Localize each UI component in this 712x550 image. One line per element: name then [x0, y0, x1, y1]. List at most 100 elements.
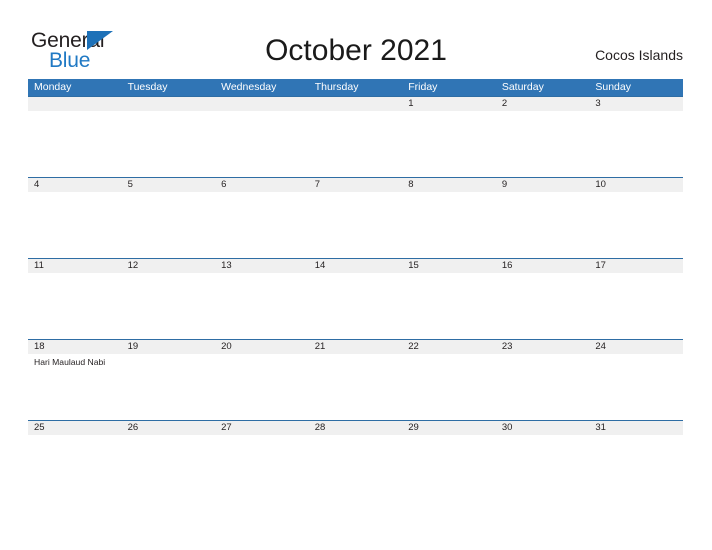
- day-number[interactable]: 19: [122, 340, 216, 354]
- week-event-band: [28, 435, 683, 501]
- day-event[interactable]: [589, 435, 683, 501]
- day-number[interactable]: 27: [215, 421, 309, 435]
- day-event[interactable]: [28, 111, 122, 177]
- weekday-tuesday: Tuesday: [127, 81, 168, 93]
- day-event[interactable]: [215, 435, 309, 501]
- week-date-band: 25 26 27 28 29 30 31: [28, 420, 683, 435]
- day-event[interactable]: [309, 192, 403, 258]
- generalblue-logo[interactable]: General Blue: [31, 29, 141, 73]
- day-number[interactable]: 18: [28, 340, 122, 354]
- day-event[interactable]: [496, 273, 590, 339]
- day-number[interactable]: 2: [496, 97, 590, 111]
- day-event[interactable]: [402, 192, 496, 258]
- day-event[interactable]: [496, 435, 590, 501]
- calendar-grid: Monday Tuesday Wednesday Thursday Friday…: [28, 79, 683, 501]
- day-number[interactable]: 30: [496, 421, 590, 435]
- day-event[interactable]: [496, 354, 590, 420]
- day-number[interactable]: [122, 97, 216, 111]
- week-date-band: 1 2 3: [28, 96, 683, 111]
- day-number[interactable]: 9: [496, 178, 590, 192]
- day-event[interactable]: [28, 435, 122, 501]
- weekday-wednesday: Wednesday: [221, 81, 277, 93]
- day-event[interactable]: [589, 111, 683, 177]
- week-row: 25 26 27 28 29 30 31: [28, 420, 683, 501]
- day-event[interactable]: [496, 111, 590, 177]
- day-event[interactable]: [215, 192, 309, 258]
- day-event[interactable]: [122, 273, 216, 339]
- page-title: October 2021: [265, 34, 447, 67]
- week-event-band: Hari Maulaud Nabi: [28, 354, 683, 420]
- day-number[interactable]: 24: [589, 340, 683, 354]
- day-number[interactable]: 5: [122, 178, 216, 192]
- day-number[interactable]: 29: [402, 421, 496, 435]
- weekday-monday: Monday: [34, 81, 72, 93]
- week-event-band: [28, 273, 683, 339]
- day-number[interactable]: [309, 97, 403, 111]
- day-number[interactable]: 16: [496, 259, 590, 273]
- weekday-thursday: Thursday: [314, 81, 359, 93]
- day-number[interactable]: 28: [309, 421, 403, 435]
- week-row: 18 19 20 21 22 23 24 Hari Maulaud Nabi: [28, 339, 683, 420]
- day-number[interactable]: [215, 97, 309, 111]
- calendar-page: General Blue October 2021 Cocos Islands …: [0, 0, 712, 550]
- day-number[interactable]: 10: [589, 178, 683, 192]
- day-number[interactable]: 13: [215, 259, 309, 273]
- weekday-sunday: Sunday: [595, 81, 631, 93]
- day-event[interactable]: [309, 111, 403, 177]
- triangle-flag-icon: [87, 31, 113, 50]
- weekday-saturday: Saturday: [501, 81, 544, 93]
- day-number[interactable]: 7: [309, 178, 403, 192]
- weekday-friday: Friday: [408, 81, 438, 93]
- week-row: 11 12 13 14 15 16 17: [28, 258, 683, 339]
- day-number[interactable]: 11: [28, 259, 122, 273]
- page-header: General Blue October 2021 Cocos Islands: [0, 0, 712, 78]
- day-event[interactable]: [402, 111, 496, 177]
- day-event[interactable]: [122, 435, 216, 501]
- day-number[interactable]: 6: [215, 178, 309, 192]
- day-event[interactable]: [122, 111, 216, 177]
- week-event-band: [28, 111, 683, 177]
- logo-text-blue: Blue: [49, 49, 91, 72]
- day-event[interactable]: [28, 273, 122, 339]
- day-event[interactable]: [589, 192, 683, 258]
- day-event[interactable]: [402, 354, 496, 420]
- day-number[interactable]: 8: [402, 178, 496, 192]
- day-number[interactable]: 25: [28, 421, 122, 435]
- day-event[interactable]: [122, 354, 216, 420]
- day-event[interactable]: [589, 273, 683, 339]
- day-event[interactable]: [215, 111, 309, 177]
- day-number[interactable]: 20: [215, 340, 309, 354]
- region-label: Cocos Islands: [595, 47, 683, 63]
- day-event[interactable]: [496, 192, 590, 258]
- day-event[interactable]: [309, 273, 403, 339]
- day-number[interactable]: 3: [589, 97, 683, 111]
- day-event[interactable]: [215, 354, 309, 420]
- day-number[interactable]: 21: [309, 340, 403, 354]
- day-number[interactable]: 1: [402, 97, 496, 111]
- day-event[interactable]: [402, 273, 496, 339]
- day-event[interactable]: [402, 435, 496, 501]
- day-number[interactable]: 4: [28, 178, 122, 192]
- day-number[interactable]: 17: [589, 259, 683, 273]
- week-row: 4 5 6 7 8 9 10: [28, 177, 683, 258]
- day-number[interactable]: 12: [122, 259, 216, 273]
- week-date-band: 11 12 13 14 15 16 17: [28, 258, 683, 273]
- day-number[interactable]: 15: [402, 259, 496, 273]
- day-event[interactable]: [28, 192, 122, 258]
- day-number[interactable]: [28, 97, 122, 111]
- day-number[interactable]: 23: [496, 340, 590, 354]
- day-number[interactable]: 22: [402, 340, 496, 354]
- day-event[interactable]: [309, 435, 403, 501]
- day-number[interactable]: 14: [309, 259, 403, 273]
- week-row: 1 2 3: [28, 96, 683, 177]
- week-date-band: 18 19 20 21 22 23 24: [28, 339, 683, 354]
- day-event[interactable]: Hari Maulaud Nabi: [28, 354, 122, 420]
- day-number[interactable]: 31: [589, 421, 683, 435]
- day-event[interactable]: [215, 273, 309, 339]
- day-number[interactable]: 26: [122, 421, 216, 435]
- day-event[interactable]: [589, 354, 683, 420]
- day-event[interactable]: [122, 192, 216, 258]
- day-event[interactable]: [309, 354, 403, 420]
- week-event-band: [28, 192, 683, 258]
- week-date-band: 4 5 6 7 8 9 10: [28, 177, 683, 192]
